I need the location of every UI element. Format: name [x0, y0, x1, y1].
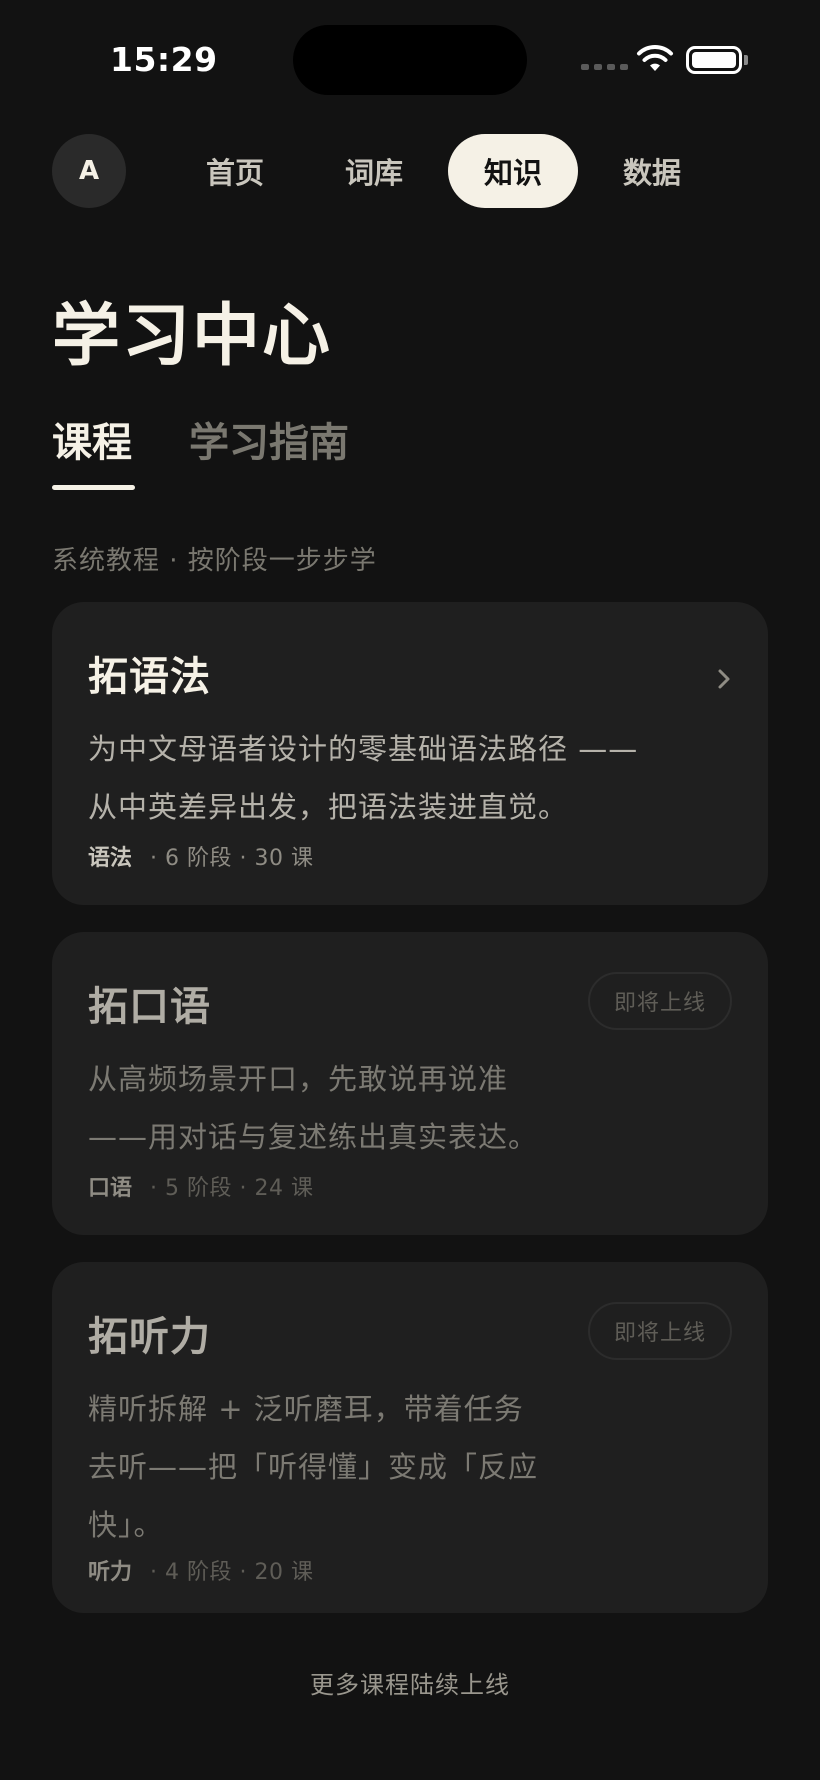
course-title: 拓口语: [88, 984, 211, 1030]
course-stats: · 6 阶段 · 30 课: [150, 846, 314, 871]
battery-cap: [744, 55, 748, 65]
battery-icon: [686, 46, 742, 74]
active-tab-indicator: [52, 485, 135, 490]
course-card-grammar[interactable]: 拓语法 为中文母语者设计的零基础语法路径 —— 从中英差异出发，把语法装进直觉。…: [52, 602, 768, 905]
course-description-line: 为中文母语者设计的零基础语法路径 ——: [88, 732, 639, 766]
nav-tab-knowledge[interactable]: 知识: [448, 134, 578, 208]
nav-tab-data[interactable]: 数据: [587, 134, 717, 208]
course-tag: 听力: [88, 1560, 133, 1585]
course-tag: 语法: [88, 846, 133, 871]
page-title: 学习中心: [52, 297, 333, 376]
tab-study-guide[interactable]: 学习指南: [189, 410, 349, 468]
top-nav: A 首页 词库 知识 数据: [0, 130, 820, 210]
footer-note: 更多课程陆续上线: [310, 1671, 510, 1699]
course-meta: 语法 · 6 阶段 · 30 课: [88, 840, 313, 872]
course-description-line: 从中英差异出发，把语法装进直觉。: [88, 790, 569, 824]
coming-soon-badge: 即将上线: [588, 1302, 732, 1360]
dynamic-island: [293, 25, 527, 95]
course-card-listening: 拓听力 即将上线 精听拆解 + 泛听磨耳，带着任务 去听——把「听得懂」变成「反…: [52, 1262, 768, 1613]
course-description-line: 快」。: [88, 1508, 164, 1542]
course-description: 精听拆解 + 泛听磨耳，带着任务 去听——把「听得懂」变成「反应 快」。: [88, 1380, 538, 1554]
tab-courses[interactable]: 课程: [52, 410, 132, 468]
status-bar: 15:29: [0, 0, 820, 120]
course-description: 从高频场景开口，先敢说再说准 ——用对话与复述练出真实表达。: [88, 1050, 538, 1166]
course-description-line: 精听拆解 + 泛听磨耳，带着任务: [88, 1392, 524, 1426]
course-description-line: ——用对话与复述练出真实表达。: [88, 1120, 539, 1154]
course-description-line: 从高频场景开口，先敢说再说准: [88, 1062, 509, 1096]
nav-tab-home[interactable]: 首页: [170, 134, 300, 208]
section-caption: 系统教程 · 按阶段一步步学: [52, 546, 377, 576]
nav-tab-vocabulary[interactable]: 词库: [309, 134, 439, 208]
coming-soon-badge: 即将上线: [588, 972, 732, 1030]
course-tag: 口语: [88, 1176, 133, 1201]
course-card-speaking: 拓口语 即将上线 从高频场景开口，先敢说再说准 ——用对话与复述练出真实表达。 …: [52, 932, 768, 1235]
course-description: 为中文母语者设计的零基础语法路径 —— 从中英差异出发，把语法装进直觉。: [88, 720, 638, 836]
chevron-right-icon[interactable]: [714, 664, 736, 694]
cellular-signal-icon: [581, 64, 628, 70]
avatar[interactable]: A: [52, 134, 126, 208]
wifi-icon: [637, 45, 673, 71]
sub-tabs: 课程 学习指南: [52, 410, 768, 490]
course-stats: · 5 阶段 · 24 课: [150, 1176, 314, 1201]
status-time: 15:29: [110, 40, 218, 79]
course-meta: 口语 · 5 阶段 · 24 课: [88, 1170, 313, 1202]
course-title: 拓语法: [88, 654, 211, 700]
course-description-line: 去听——把「听得懂」变成「反应: [88, 1450, 539, 1484]
course-title: 拓听力: [88, 1314, 211, 1360]
course-stats: · 4 阶段 · 20 课: [150, 1560, 314, 1585]
course-meta: 听力 · 4 阶段 · 20 课: [88, 1554, 313, 1586]
